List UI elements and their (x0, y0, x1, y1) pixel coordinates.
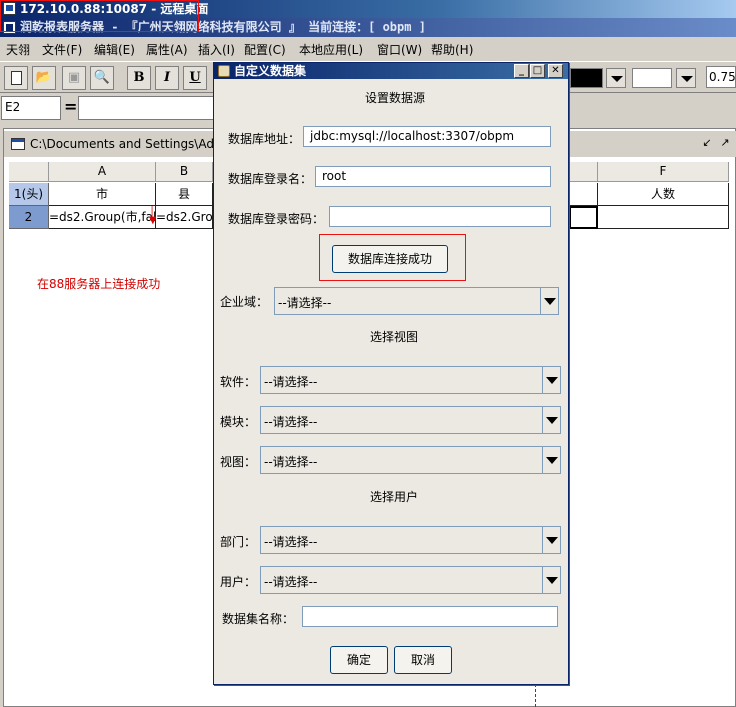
department-select-value: --请选择-- (264, 535, 318, 549)
view-label: 视图： (220, 455, 257, 469)
db-user-input[interactable]: root (315, 166, 551, 187)
page-break-line (535, 684, 536, 707)
user-select[interactable]: --请选择-- (260, 566, 561, 594)
view-select[interactable]: --请选择-- (260, 446, 561, 474)
section-datasource-heading: 设置数据源 (365, 91, 426, 105)
menu-help[interactable]: 帮助(H) (431, 41, 473, 58)
chevron-down-icon[interactable] (540, 288, 558, 314)
java-icon (218, 65, 230, 77)
bold-button[interactable]: B (127, 66, 151, 90)
section-view-heading: 选择视图 (370, 330, 419, 344)
user-label: 用户： (220, 575, 257, 589)
close-icon[interactable]: ✕ (548, 64, 563, 78)
department-label: 部门： (220, 535, 257, 549)
italic-button[interactable]: I (155, 66, 179, 90)
formula-equals-sign: = (64, 97, 78, 116)
menu-file[interactable]: 文件(F) (42, 41, 82, 58)
column-header-e[interactable] (569, 162, 598, 182)
section-user-heading: 选择用户 (370, 490, 419, 504)
menu-bar: 天翎 文件(F) 编辑(E) 属性(A) 插入(I) 配置(C) 本地应用(L)… (0, 38, 736, 60)
zoom-input[interactable]: 0.75 (706, 66, 736, 88)
domain-select-value: --请选择-- (278, 296, 332, 310)
restore-window-icon[interactable]: ↙ (700, 136, 714, 150)
db-url-input[interactable]: jdbc:mysql://localhost:3307/obpm (303, 126, 551, 147)
highlight-box-remote-title (0, 0, 199, 32)
new-file-icon[interactable] (4, 66, 28, 90)
cell-f2[interactable] (598, 206, 729, 229)
chevron-down-icon[interactable] (542, 367, 560, 393)
domain-label: 企业域： (220, 295, 269, 309)
chevron-down-icon[interactable] (542, 567, 560, 593)
cell-e2-selected[interactable] (569, 206, 598, 229)
user-select-value: --请选择-- (264, 575, 318, 589)
cell-f1[interactable]: 人数 (598, 183, 729, 206)
grid-corner (9, 162, 49, 182)
row-header-2[interactable]: 2 (9, 206, 49, 229)
connect-database-button[interactable]: 数据库连接成功 (332, 245, 448, 273)
column-header-b[interactable]: B (156, 162, 213, 182)
db-url-label: 数据库地址： (228, 132, 301, 146)
dialog-title: 自定义数据集 (234, 64, 307, 78)
minimize-icon[interactable]: _ (514, 64, 529, 78)
background-color-box[interactable] (632, 68, 672, 88)
menu-properties[interactable]: 属性(A) (146, 41, 188, 58)
db-password-input[interactable] (329, 206, 551, 227)
maximize-window-icon[interactable]: ↗ (718, 136, 732, 150)
cell-b1[interactable]: 县 (156, 183, 213, 206)
menu-config[interactable]: 配置(C) (244, 41, 286, 58)
foreground-color-dropdown-icon[interactable] (606, 68, 626, 88)
column-header-a[interactable]: A (49, 162, 156, 182)
connection-note: 在88服务器上连接成功 (37, 277, 161, 291)
dataset-name-input[interactable] (302, 606, 558, 627)
maximize-icon[interactable]: □ (530, 64, 545, 78)
save-icon[interactable]: ▣ (62, 66, 86, 90)
ok-button[interactable]: 确定 (330, 646, 388, 674)
document-path: C:\Documents and Settings\Adm (30, 137, 226, 151)
db-user-label: 数据库登录名： (228, 172, 313, 186)
menu-tianling[interactable]: 天翎 (6, 41, 30, 58)
cell-reference-input[interactable]: E2 (1, 96, 61, 120)
module-select[interactable]: --请选择-- (260, 406, 561, 434)
cancel-button[interactable]: 取消 (394, 646, 452, 674)
cell-a2[interactable]: =ds2.Group(市,fals (49, 206, 156, 229)
column-header-f[interactable]: F (598, 162, 729, 182)
row-header-1[interactable]: 1(头) (9, 183, 49, 206)
dataset-name-label: 数据集名称： (222, 612, 295, 626)
background-color-dropdown-icon[interactable] (676, 68, 696, 88)
open-folder-icon[interactable]: 📂 (32, 66, 56, 90)
department-select[interactable]: --请选择-- (260, 526, 561, 554)
cell-a1[interactable]: 市 (49, 183, 156, 206)
chevron-down-icon[interactable] (542, 447, 560, 473)
cell-b2[interactable]: =ds2.Grou (156, 206, 213, 229)
print-preview-icon[interactable]: 🔍 (90, 66, 114, 90)
view-select-value: --请选择-- (264, 455, 318, 469)
domain-select[interactable]: --请选择-- (274, 287, 559, 315)
menu-local-apps[interactable]: 本地应用(L) (299, 41, 363, 58)
menu-insert[interactable]: 插入(I) (198, 41, 235, 58)
menu-edit[interactable]: 编辑(E) (94, 41, 135, 58)
menu-window[interactable]: 窗口(W) (377, 41, 422, 58)
foreground-color-box[interactable] (570, 68, 603, 88)
cell-e1[interactable] (569, 183, 598, 206)
module-label: 模块： (220, 415, 257, 429)
db-password-label: 数据库登录密码： (228, 212, 325, 226)
underline-button[interactable]: U (183, 66, 207, 90)
chevron-down-icon[interactable] (542, 527, 560, 553)
chevron-down-icon[interactable] (542, 407, 560, 433)
document-window-icon (11, 138, 25, 150)
module-select-value: --请选择-- (264, 415, 318, 429)
software-select-value: --请选择-- (264, 375, 318, 389)
software-select[interactable]: --请选择-- (260, 366, 561, 394)
software-label: 软件： (220, 375, 257, 389)
